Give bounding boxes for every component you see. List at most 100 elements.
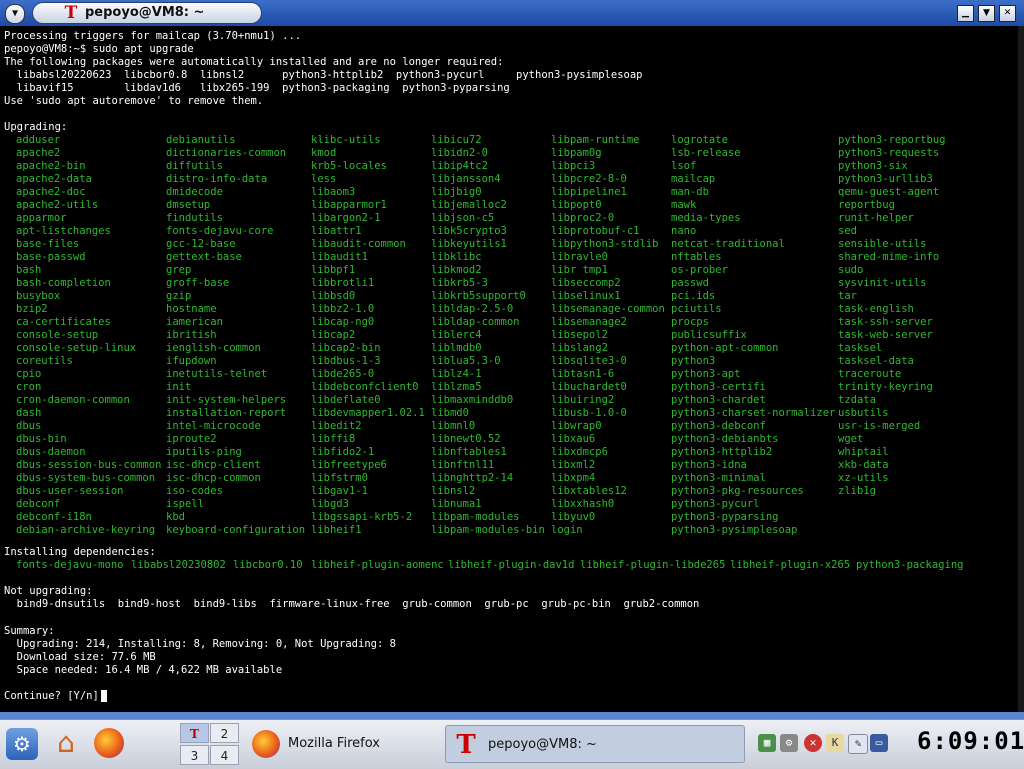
- notes-icon[interactable]: ✎: [848, 734, 868, 754]
- firefox-icon[interactable]: [94, 728, 124, 758]
- desktop-pager[interactable]: T 2 3 4: [180, 723, 240, 765]
- upgrade-package: isc-dhcp-common: [166, 472, 261, 484]
- upgrade-package: python3-chardet: [671, 394, 766, 406]
- upgrade-package: cron: [16, 381, 42, 393]
- upgrade-package: dbus-system-bus-common: [16, 472, 156, 484]
- home-icon[interactable]: ⌂: [50, 726, 82, 760]
- upgrade-package: libpcre2-8-0: [551, 173, 627, 185]
- upgrade-package: python3-debconf: [671, 420, 766, 432]
- upgrade-package: netcat-traditional: [671, 238, 785, 250]
- upgrade-package: cron-daemon-common: [16, 394, 130, 406]
- upgrade-package: lsb-release: [671, 147, 741, 159]
- task-label: Mozilla Firefox: [288, 736, 380, 751]
- pager-desktop-3[interactable]: 3: [180, 745, 209, 765]
- close-button[interactable]: ✕: [999, 5, 1016, 22]
- trinity-app-icon: T: [456, 730, 476, 760]
- upgrade-package: logrotate: [671, 134, 728, 146]
- upgrade-package: ibritish: [166, 329, 217, 341]
- upgrade-package: dmsetup: [166, 199, 211, 211]
- chevron-down-icon: ▼: [11, 8, 19, 19]
- window-bottom-frame: [0, 712, 1024, 719]
- terminal-line: pepoyo@VM8:~$ sudo apt upgrade: [4, 43, 194, 55]
- install-dependency: python3-packaging: [856, 559, 964, 571]
- upgrade-package: publicsuffix: [671, 329, 747, 341]
- upgrade-package: dbus-bin: [16, 433, 67, 445]
- terminal-scrollbar[interactable]: [1018, 26, 1024, 712]
- upgrade-package: apache2-utils: [16, 199, 99, 211]
- upgrade-package: libr tmp1: [551, 264, 608, 276]
- upgrade-package: python3-idna: [671, 459, 747, 471]
- upgrade-package: libnftables1: [431, 446, 507, 458]
- upgrade-package: ca-certificates: [16, 316, 111, 328]
- upgrade-package: libheif1: [311, 524, 362, 536]
- upgrade-package: usbutils: [838, 407, 889, 419]
- upgrade-package: python3-pkg-resources: [671, 485, 804, 497]
- upgrade-package: krb5-locales: [311, 160, 387, 172]
- upgrade-package: dbus-session-bus-common: [16, 459, 162, 471]
- upgrade-package: libxml2: [551, 459, 596, 471]
- upgrade-package: libnsl2: [431, 485, 476, 497]
- trinity-app-icon: T: [64, 3, 78, 23]
- devices-icon[interactable]: ⚙: [780, 734, 798, 752]
- text-cursor: [101, 690, 107, 702]
- upgrade-package: fonts-dejavu-core: [166, 225, 274, 237]
- install-dependency: fonts-dejavu-mono: [16, 559, 124, 571]
- upgrade-package: xkb-data: [838, 459, 889, 471]
- terminal-area[interactable]: Processing triggers for mailcap (3.70+nm…: [0, 26, 1018, 712]
- upgrade-package: python3-urllib3: [838, 173, 933, 185]
- pager-desktop-4[interactable]: 4: [210, 745, 239, 765]
- upgrade-package: console-setup: [16, 329, 99, 341]
- upgrade-package: task-english: [838, 303, 914, 315]
- upgrade-package: libaom3: [311, 186, 356, 198]
- window-title-pill[interactable]: T pepoyo@VM8: ~: [32, 2, 262, 24]
- upgrade-package: installation-report: [166, 407, 287, 419]
- clock[interactable]: 6:09:01: [917, 727, 1024, 755]
- window-menu-button[interactable]: ▼: [5, 4, 25, 24]
- upgrade-package: libldap-2.5-0: [431, 303, 514, 315]
- upgrade-package: reportbug: [838, 199, 895, 211]
- upgrade-package: libgav1-1: [311, 485, 368, 497]
- pager-desktop-1[interactable]: T: [180, 723, 209, 743]
- upgrade-package: libuchardet0: [551, 381, 627, 393]
- shade-button[interactable]: ▼: [978, 5, 995, 22]
- upgrade-package: libpam0g: [551, 147, 602, 159]
- clipboard-icon[interactable]: K: [826, 734, 844, 752]
- network-icon[interactable]: ▦: [758, 734, 776, 752]
- upgrade-package: liblz4-1: [431, 368, 482, 380]
- upgrade-package: traceroute: [838, 368, 902, 380]
- upgrade-package: tasksel-data: [838, 355, 914, 367]
- upgrade-package: liblzma5: [431, 381, 482, 393]
- upgrade-package: python3-six: [838, 160, 908, 172]
- upgrade-package: os-prober: [671, 264, 728, 276]
- trinity-menu-icon[interactable]: ⚙: [6, 728, 38, 760]
- window-titlebar[interactable]: ▼ T pepoyo@VM8: ~ ▁ ▼ ✕: [0, 0, 1024, 26]
- pager-desktop-2[interactable]: 2: [210, 723, 239, 743]
- upgrade-package: libbpf1: [311, 264, 356, 276]
- upgrade-package: libpam-modules: [431, 511, 520, 523]
- not-upgrading-header: Not upgrading:: [4, 585, 93, 597]
- minimize-button[interactable]: ▁: [957, 5, 974, 22]
- upgrade-package: libseccomp2: [551, 277, 621, 289]
- task-terminal[interactable]: T pepoyo@VM8: ~: [445, 725, 745, 763]
- display-icon[interactable]: ▭: [870, 734, 888, 752]
- upgrade-package: inetutils-telnet: [166, 368, 268, 380]
- upgrade-package: usr-is-merged: [838, 420, 921, 432]
- upgrade-package: init-system-helpers: [166, 394, 287, 406]
- volume-muted-icon[interactable]: ✕: [804, 734, 822, 752]
- task-firefox[interactable]: Mozilla Firefox: [250, 725, 435, 763]
- shade-icon: ▼: [983, 8, 990, 18]
- upgrade-package: tar: [838, 290, 857, 302]
- taskbar: ⚙ ⌂ T 2 3 4 Mozilla Firefox T pepoyo@VM8…: [0, 719, 1024, 769]
- upgrade-package: libjansson4: [431, 173, 501, 185]
- upgrade-package: lsof: [671, 160, 697, 172]
- upgrade-package: libselinux1: [551, 290, 621, 302]
- upgrade-package: nftables: [671, 251, 722, 263]
- upgrade-package: pci.ids: [671, 290, 716, 302]
- upgrade-package: login: [551, 524, 583, 536]
- upgrade-package: diffutils: [166, 160, 223, 172]
- task-label: pepoyo@VM8: ~: [488, 737, 597, 752]
- upgrade-package: apache2-data: [16, 173, 92, 185]
- install-dependency: libheif-plugin-aomenc: [311, 559, 444, 571]
- upgrade-package: libicu72: [431, 134, 482, 146]
- upgrade-package: dbus-daemon: [16, 446, 86, 458]
